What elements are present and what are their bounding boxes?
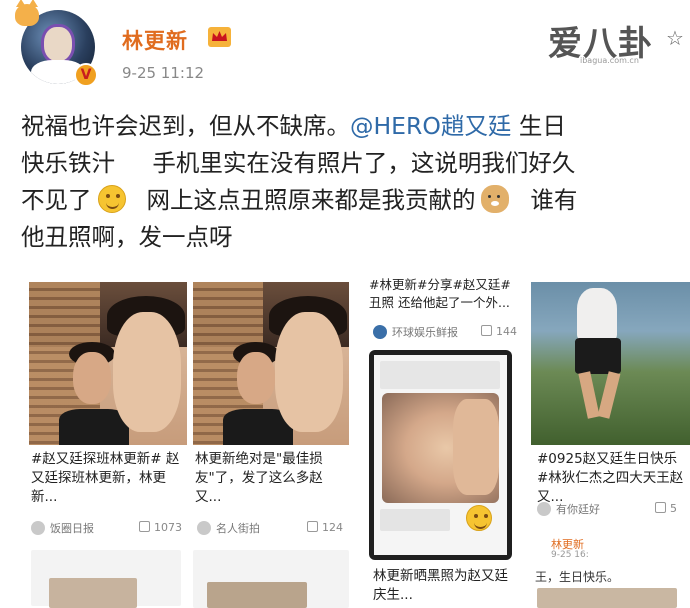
- card-1-caption[interactable]: #赵又廷探班林更新# 赵又廷探班林更新，林更新...: [31, 450, 185, 507]
- post-text-3a: 不见了: [21, 186, 92, 214]
- card-1-preview-thumbs: [49, 578, 137, 608]
- avatar-face: [41, 24, 75, 64]
- card-2-photo[interactable]: [193, 282, 349, 445]
- card-3-like-count: 144: [496, 325, 517, 338]
- card-1-source-label: 饭圈日报: [50, 522, 94, 535]
- post-line-1: 祝福也许会迟到，但从不缺席。@HERO趙又廷 生日: [21, 108, 681, 145]
- cat-icon: [15, 0, 39, 26]
- post-text-1a: 祝福也许会迟到，但从不缺席。: [21, 112, 350, 140]
- phone-screen: [374, 355, 507, 555]
- username[interactable]: 林更新: [122, 25, 188, 55]
- card-2-caption[interactable]: 林更新绝对是"最佳损友"了，发了这么多赵又...: [195, 450, 347, 507]
- post-line-3: 不见了 网上这点丑照原来都是我贡献的 谁有: [21, 182, 681, 219]
- card-4-mini-text: 王，生日快乐。: [535, 570, 620, 584]
- news-card-4[interactable]: #0925赵又廷生日快乐#林狄仁杰之四大天王赵又... 有你廷好 5 林更新 9…: [531, 282, 690, 608]
- post-line-4: 他丑照啊，发一点呀: [21, 223, 233, 251]
- card-2-source-label: 名人街拍: [216, 522, 260, 535]
- post-line-2: 快乐铁汁 手机里实在没有照片了，这说明我们好久: [21, 149, 576, 177]
- like-icon: [139, 521, 150, 532]
- card-1-like-count: 1073: [154, 521, 182, 534]
- card-4-preview-thumbs: [537, 588, 677, 608]
- card-4-source-label: 有你廷好: [556, 503, 600, 516]
- post-body: 祝福也许会迟到，但从不缺席。@HERO趙又廷 生日 快乐铁汁 手机里实在没有照片…: [21, 108, 681, 256]
- site-url: ibagua.com.cn: [580, 56, 639, 65]
- card-3-phone-screenshot[interactable]: [369, 350, 512, 560]
- post-timestamp: 9-25 11:12: [122, 64, 205, 82]
- like-icon: [481, 325, 492, 336]
- post-text-3c: 谁有: [515, 186, 578, 214]
- smile-emoji-icon: [466, 505, 492, 531]
- verified-icon: V: [74, 63, 98, 87]
- sleeping-photo: [382, 393, 499, 503]
- post-text-3b: 网上这点丑照原来都是我贡献的: [131, 186, 476, 214]
- screen-footer: [380, 509, 450, 531]
- source-icon: [373, 325, 387, 339]
- card-4-photo[interactable]: [531, 282, 690, 445]
- card-4-source[interactable]: 有你廷好: [537, 501, 600, 517]
- source-icon: [197, 521, 211, 535]
- card-2-like-count: 124: [322, 521, 343, 534]
- card-1-source[interactable]: 饭圈日报: [31, 520, 94, 536]
- crown-icon: [208, 27, 231, 47]
- post-text-1b: 生日: [511, 112, 566, 140]
- news-card-1[interactable]: #赵又廷探班林更新# 赵又廷探班林更新，林更新... 饭圈日报 1073: [29, 282, 187, 608]
- card-3-caption-top[interactable]: #林更新#分享#赵又廷# 丑照 还给他起了一个外...: [369, 276, 519, 312]
- like-icon: [655, 502, 666, 513]
- card-3-caption[interactable]: 林更新晒黑照为赵又廷庆生...: [373, 567, 519, 605]
- like-icon: [307, 521, 318, 532]
- card-3-source-label: 环球娱乐鲜报: [392, 326, 458, 339]
- mention-link[interactable]: @HERO趙又廷: [350, 112, 511, 140]
- card-3-source[interactable]: 环球娱乐鲜报: [373, 324, 458, 340]
- screen-header: [380, 361, 500, 389]
- source-icon: [31, 521, 45, 535]
- star-icon: ☆: [666, 26, 684, 50]
- card-4-likes[interactable]: 5: [655, 502, 677, 515]
- card-2-source[interactable]: 名人街拍: [197, 520, 260, 536]
- card-1-photo[interactable]: [29, 282, 187, 445]
- news-card-2[interactable]: 林更新绝对是"最佳损友"了，发了这么多赵又... 名人街拍 124: [193, 282, 349, 608]
- card-4-mini-time: 9-25 16:: [551, 550, 589, 560]
- doge-emoji-icon: [481, 185, 510, 213]
- source-icon: [537, 502, 551, 516]
- card-3-likes[interactable]: 144: [481, 325, 517, 338]
- card-2-preview-thumbs: [207, 582, 307, 608]
- card-4-like-count: 5: [670, 502, 677, 515]
- card-2-likes[interactable]: 124: [307, 521, 343, 534]
- card-4-caption[interactable]: #0925赵又廷生日快乐#林狄仁杰之四大天王赵又...: [537, 450, 687, 507]
- card-1-likes[interactable]: 1073: [139, 521, 182, 534]
- smile-emoji-icon: [97, 185, 126, 213]
